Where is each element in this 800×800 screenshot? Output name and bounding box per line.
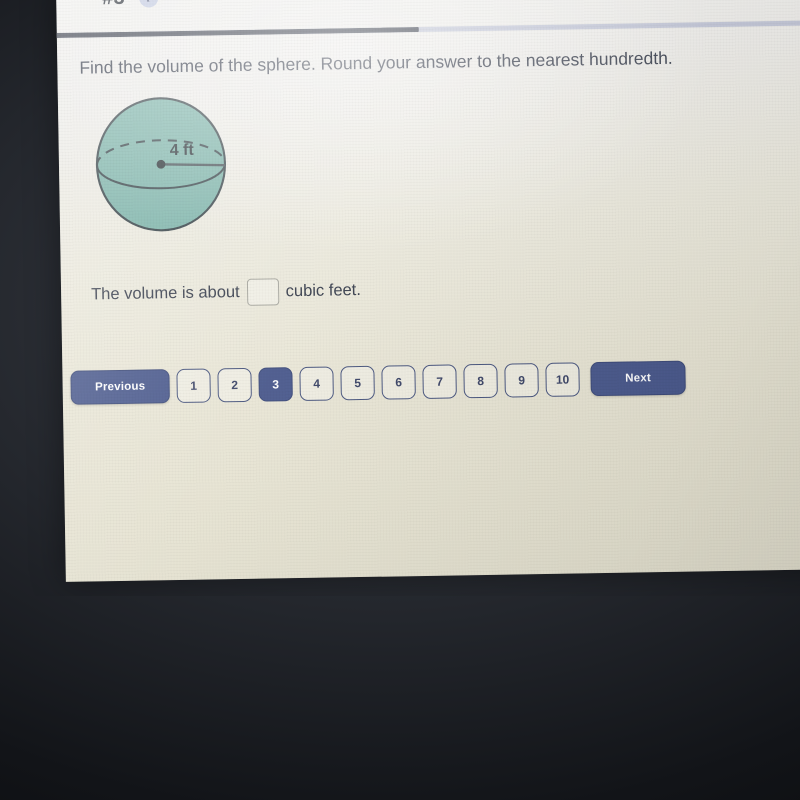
screen-area: #3 i Find the volume of the sphere. Roun… bbox=[0, 0, 800, 596]
page-number-5[interactable]: 5 bbox=[340, 365, 375, 401]
next-button[interactable]: Next bbox=[590, 360, 686, 397]
page-number-10[interactable]: 10 bbox=[545, 362, 580, 397]
info-icon[interactable]: i bbox=[138, 0, 159, 8]
progress-bar-fill bbox=[56, 26, 419, 39]
page-number-list: 1 2 3 4 5 6 7 8 9 10 bbox=[176, 362, 580, 404]
screen-panel: #3 i Find the volume of the sphere. Roun… bbox=[56, 0, 800, 582]
page-number-3[interactable]: 3 bbox=[258, 367, 293, 402]
previous-button[interactable]: Previous bbox=[70, 369, 170, 405]
answer-sentence: The volume is about cubic feet. bbox=[91, 277, 361, 308]
sphere-svg: 4 ft bbox=[95, 97, 227, 232]
sphere-figure: 4 ft bbox=[88, 90, 280, 238]
answer-input[interactable] bbox=[246, 278, 279, 306]
answer-text-before: The volume is about bbox=[90, 282, 240, 304]
page-number-7[interactable]: 7 bbox=[422, 364, 457, 399]
laptop-screen-photo: #3 i Find the volume of the sphere. Roun… bbox=[0, 0, 800, 800]
page-number-1[interactable]: 1 bbox=[176, 368, 211, 404]
quiz-page: #3 i Find the volume of the sphere. Roun… bbox=[56, 0, 800, 582]
pagination: Previous 1 2 3 4 5 6 7 8 9 10 Next bbox=[70, 360, 686, 405]
radius-label: 4 ft bbox=[170, 142, 195, 159]
question-header: #3 i bbox=[102, 0, 159, 10]
page-number-6[interactable]: 6 bbox=[381, 365, 416, 400]
progress-bar bbox=[56, 19, 800, 39]
answer-text-after: cubic feet. bbox=[285, 280, 362, 301]
question-number: #3 bbox=[102, 0, 125, 10]
page-number-9[interactable]: 9 bbox=[504, 363, 539, 398]
question-prompt: Find the volume of the sphere. Round you… bbox=[79, 47, 673, 78]
page-number-4[interactable]: 4 bbox=[299, 366, 334, 402]
page-number-8[interactable]: 8 bbox=[463, 363, 498, 399]
page-number-2[interactable]: 2 bbox=[217, 367, 252, 403]
